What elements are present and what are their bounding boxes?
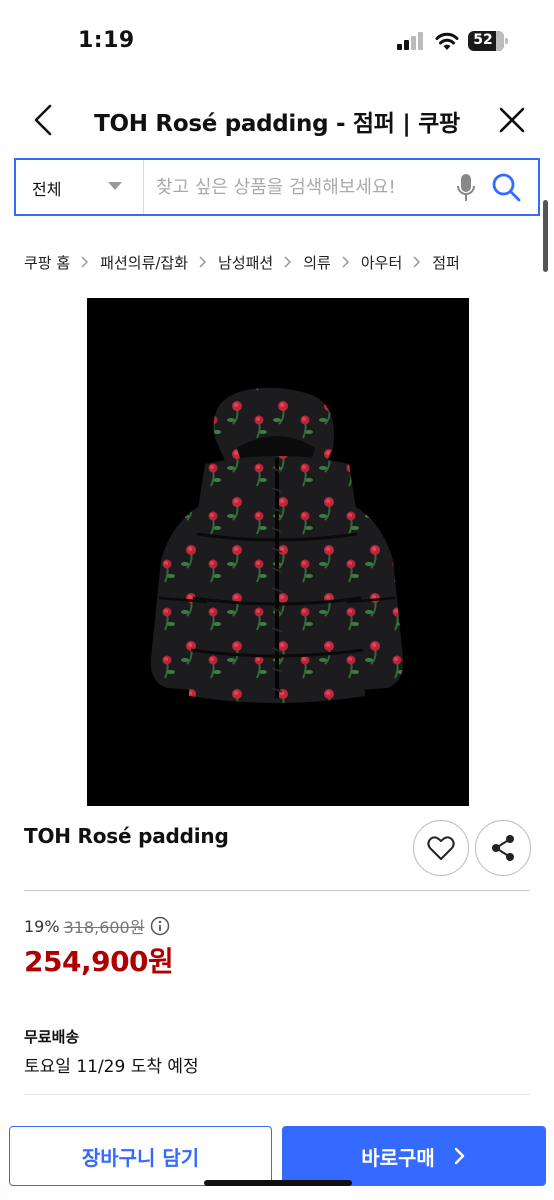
status-bar: 1:19 52 [0, 0, 554, 80]
search-bar: 전체 [14, 158, 540, 216]
price-row: 19% 318,600원 [24, 914, 170, 938]
breadcrumb-item-home[interactable]: 쿠팡 홈 [24, 252, 70, 273]
scrollbar[interactable] [543, 200, 548, 272]
breadcrumb-item-jumper[interactable]: 점퍼 [432, 252, 460, 273]
arrival-date: 토요일 11/29 도착 예정 [24, 1057, 199, 1077]
search-icon[interactable] [490, 171, 522, 203]
heart-icon [427, 836, 455, 860]
breadcrumb-item-clothing[interactable]: 의류 [303, 252, 331, 273]
battery-level: 52 [473, 32, 493, 48]
wifi-icon [435, 32, 459, 50]
wishlist-button[interactable] [413, 820, 469, 876]
chevron-right-icon [76, 252, 94, 272]
buy-now-button[interactable]: 바로구매 [282, 1126, 546, 1186]
buy-now-label: 바로구매 [361, 1145, 435, 1170]
status-time: 1:19 [78, 28, 135, 53]
divider [24, 1094, 530, 1095]
breadcrumb-item-outerwear[interactable]: 아우터 [361, 252, 402, 273]
info-icon[interactable] [150, 916, 170, 936]
back-icon[interactable] [28, 102, 62, 138]
chevron-right-icon [337, 252, 355, 272]
share-icon [492, 835, 514, 861]
add-to-cart-label: 장바구니 담기 [81, 1145, 200, 1170]
search-input[interactable] [156, 160, 456, 214]
chevron-right-icon [194, 252, 212, 272]
breadcrumb-item-fashion[interactable]: 패션의류/잡화 [100, 252, 188, 273]
share-button[interactable] [475, 820, 531, 876]
page-title: TOH Rosé padding - 점퍼 | 쿠팡 [94, 111, 460, 137]
category-select[interactable]: 전체 [16, 160, 144, 214]
chevron-right-icon [279, 252, 297, 272]
mic-icon[interactable] [456, 173, 476, 203]
close-icon[interactable] [496, 104, 528, 136]
breadcrumb-item-mens-fashion[interactable]: 남성패션 [218, 252, 273, 273]
signal-icon [397, 32, 423, 50]
divider [24, 890, 530, 891]
discount-rate: 19% [24, 916, 60, 936]
chevron-right-icon [454, 1147, 464, 1165]
caret-down-icon [108, 182, 122, 190]
sale-price: 254,900원 [24, 945, 174, 978]
page-header: TOH Rosé padding - 점퍼 | 쿠팡 [0, 90, 554, 150]
home-indicator[interactable] [204, 1180, 352, 1186]
breadcrumb: 쿠팡 홈 패션의류/잡화 남성패션 의류 아우터 점퍼 [24, 250, 460, 274]
shipping-label: 무료배송 [24, 1028, 80, 1046]
add-to-cart-button[interactable]: 장바구니 담기 [9, 1126, 272, 1186]
chevron-right-icon [408, 252, 426, 272]
category-label: 전체 [32, 180, 62, 199]
battery-indicator: 52 [468, 31, 508, 51]
product-name: TOH Rosé padding [24, 824, 229, 848]
original-price: 318,600원 [63, 918, 145, 937]
product-image[interactable] [87, 298, 469, 806]
